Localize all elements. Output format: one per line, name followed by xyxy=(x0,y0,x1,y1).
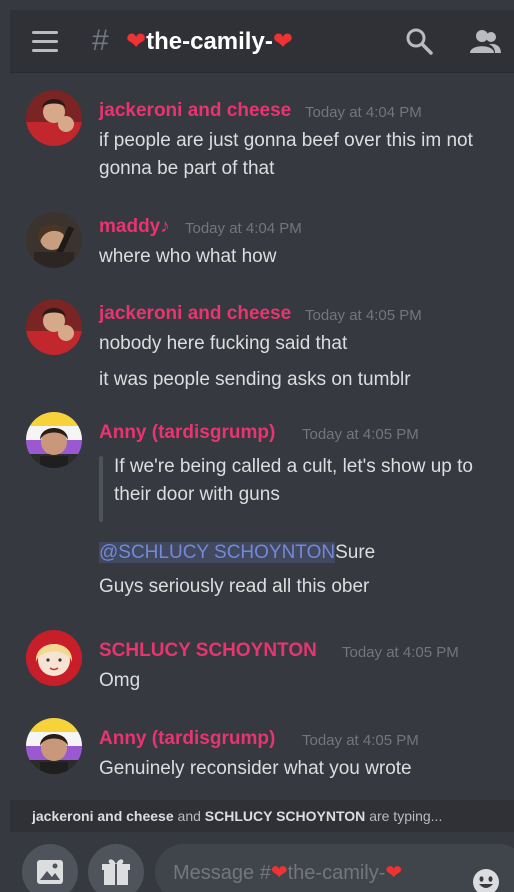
typing-user: SCHLUCY SCHOYNTON xyxy=(204,808,366,824)
heart-icon: ❤ xyxy=(385,862,403,884)
message-placeholder: Message #❤the-camily-❤ xyxy=(173,862,403,884)
message-timestamp: Today at 4:05 PM xyxy=(305,307,422,324)
typing-suffix: are typing... xyxy=(369,808,443,824)
message-text: if people are just gonna beef over this … xyxy=(99,130,473,151)
quote-text: If we're being called a cult, let's show… xyxy=(114,456,473,477)
heart-icon: ❤ xyxy=(270,862,288,884)
message-author[interactable]: jackeroni and cheese xyxy=(99,303,291,325)
message-timestamp: Today at 4:04 PM xyxy=(305,104,422,121)
avatar[interactable] xyxy=(26,299,82,355)
emoji-icon[interactable] xyxy=(472,868,500,892)
message-text: gonna be part of that xyxy=(99,158,275,179)
message-composer: Message #❤the-camily-❤ xyxy=(10,832,514,892)
message-text: Genuinely reconsider what you wrote xyxy=(99,758,412,779)
typing-user: jackeroni and cheese xyxy=(32,808,174,824)
heart-icon: ❤ xyxy=(126,28,147,55)
avatar[interactable] xyxy=(26,412,82,468)
message-text: Omg xyxy=(99,670,141,691)
message-input[interactable]: Message #❤the-camily-❤ xyxy=(155,844,514,892)
message-author[interactable]: Anny (tardisgrump) xyxy=(99,422,275,444)
image-icon xyxy=(37,860,63,884)
message-text: it was people sending asks on tumblr xyxy=(99,369,411,390)
message-timestamp: Today at 4:04 PM xyxy=(185,220,302,237)
typing-and: and xyxy=(177,808,201,824)
message-text: where who what how xyxy=(99,246,277,267)
avatar[interactable] xyxy=(26,212,82,268)
channel-title: ❤ the-camily- ❤ xyxy=(126,27,293,57)
message-timestamp: Today at 4:05 PM xyxy=(302,732,419,749)
message-author[interactable]: jackeroni and cheese xyxy=(99,100,291,122)
discord-app: # ❤ the-camily- ❤ jackeroni and cheese T… xyxy=(10,10,514,892)
gift-icon xyxy=(102,859,130,885)
channel-name: the-camily- xyxy=(146,28,273,55)
message-timestamp: Today at 4:05 PM xyxy=(302,426,419,443)
quote-text: their door with guns xyxy=(114,484,280,505)
user-mention[interactable]: @SCHLUCY SCHOYNTON xyxy=(99,542,336,563)
search-icon[interactable] xyxy=(404,26,434,56)
channel-header: # ❤ the-camily- ❤ xyxy=(10,10,514,72)
message-text-suffix: Sure xyxy=(335,542,376,563)
message-author[interactable]: maddy♪ xyxy=(99,216,170,238)
message-text: @SCHLUCY SCHOYNTONSure xyxy=(99,542,375,564)
avatar[interactable] xyxy=(26,630,82,686)
avatar[interactable] xyxy=(26,90,82,146)
message-author[interactable]: Anny (tardisgrump) xyxy=(99,728,275,750)
hamburger-menu-icon[interactable] xyxy=(32,31,58,53)
members-icon[interactable] xyxy=(469,27,501,55)
image-upload-button[interactable] xyxy=(22,844,78,892)
channel-hash-icon: # xyxy=(92,24,109,57)
heart-icon: ❤ xyxy=(272,28,293,55)
gift-button[interactable] xyxy=(88,844,144,892)
message-text: nobody here fucking said that xyxy=(99,333,348,354)
quote-bar xyxy=(99,456,103,522)
avatar[interactable] xyxy=(26,718,82,774)
typing-indicator: jackeroni and cheese and SCHLUCY SCHOYNT… xyxy=(10,800,514,832)
message-text: Guys seriously read all this ober xyxy=(99,576,370,597)
message-timestamp: Today at 4:05 PM xyxy=(342,644,459,661)
message-author[interactable]: SCHLUCY SCHOYNTON xyxy=(99,640,317,662)
